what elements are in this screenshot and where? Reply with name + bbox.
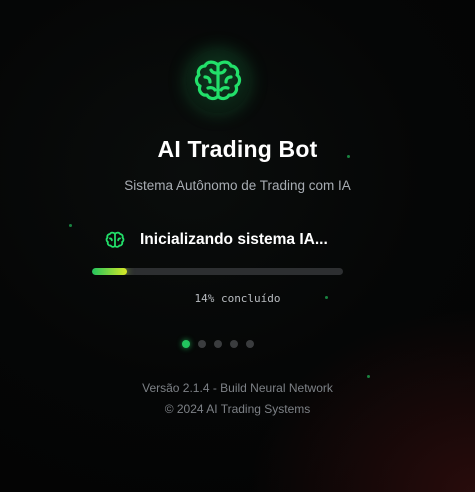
version-text: Versão 2.1.4 - Build Neural Network	[142, 381, 333, 395]
copyright-text: © 2024 AI Trading Systems	[164, 402, 311, 416]
app-subtitle: Sistema Autônomo de Trading com IA	[124, 178, 351, 193]
particle	[69, 224, 72, 227]
app-logo	[186, 49, 250, 113]
step-dot	[246, 340, 254, 348]
step-dot	[214, 340, 222, 348]
progress-bar	[92, 268, 343, 275]
brain-icon	[103, 228, 127, 252]
app-title: AI Trading Bot	[157, 136, 318, 162]
loading-status: Inicializando sistema IA...	[103, 228, 328, 252]
step-dot	[230, 340, 238, 348]
status-text: Inicializando sistema IA...	[140, 231, 328, 248]
progress-label: 14% concluído	[194, 292, 281, 305]
step-dot	[198, 340, 206, 348]
particle	[367, 375, 370, 378]
step-indicator	[182, 340, 254, 348]
step-dot	[182, 340, 190, 348]
brain-icon	[194, 60, 242, 101]
progress-bar-fill	[92, 268, 128, 275]
